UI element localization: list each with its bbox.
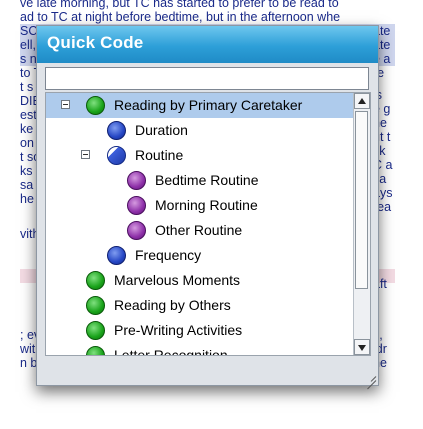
blue-partial-code-icon	[107, 146, 126, 165]
tree-item-other-routine[interactable]: Other Routine	[46, 218, 356, 243]
tree-item-label: Reading by Others	[114, 297, 231, 313]
blue-code-icon	[107, 121, 126, 140]
arrow-up-icon	[358, 98, 366, 104]
collapse-toggle-icon[interactable]	[81, 150, 90, 159]
vertical-scrollbar[interactable]	[353, 93, 370, 355]
tree-item-label: Frequency	[135, 247, 202, 263]
tree-item-label: Routine	[135, 147, 184, 163]
tree-item-frequency[interactable]: Frequency	[46, 243, 356, 268]
tree-item-marvelous-moments[interactable]: Marvelous Moments	[46, 268, 356, 293]
search-input[interactable]	[45, 67, 369, 90]
tree-item-routine[interactable]: Routine	[46, 143, 356, 168]
green-code-icon	[86, 96, 105, 115]
tree-item-reading-by-others[interactable]: Reading by Others	[46, 293, 356, 318]
quick-code-popup: Quick Code Reading by Primary Caretaker …	[36, 25, 379, 390]
resize-grip-icon[interactable]	[364, 371, 377, 390]
tree-item-pre-writing-activities[interactable]: Pre-Writing Activities	[46, 318, 356, 343]
tree-item-label: Bedtime Routine	[155, 172, 259, 188]
doc-line: ad to TC at night before bedtime, but in…	[20, 10, 341, 24]
tree-item-morning-routine[interactable]: Morning Routine	[46, 193, 356, 218]
green-code-icon	[86, 271, 105, 290]
tree-item-label: Morning Routine	[155, 197, 258, 213]
tree-item-label: Other Routine	[155, 222, 243, 238]
tree-item-label: Marvelous Moments	[114, 272, 241, 288]
green-code-icon	[86, 296, 105, 315]
purple-code-icon	[127, 221, 146, 240]
tree-item-letter-recognition[interactable]: Letter Recognition	[46, 343, 356, 356]
code-tree: Reading by Primary Caretaker Duration Ro…	[45, 92, 371, 356]
scroll-down-button[interactable]	[354, 339, 370, 355]
scroll-up-button[interactable]	[354, 93, 370, 109]
title-bar[interactable]: Quick Code	[37, 26, 378, 63]
collapse-toggle-icon[interactable]	[61, 100, 70, 109]
tree-item-label: Letter Recognition	[114, 347, 228, 356]
doc-line: ve late morning, but TC has started to p…	[20, 0, 339, 10]
purple-code-icon	[127, 196, 146, 215]
blue-code-icon	[107, 246, 126, 265]
popup-title: Quick Code	[47, 33, 144, 52]
green-code-icon	[86, 346, 105, 355]
scroll-thumb[interactable]	[355, 111, 368, 289]
green-code-icon	[86, 321, 105, 340]
tree-item-label: Pre-Writing Activities	[114, 322, 243, 338]
tree-item-label: Duration	[135, 122, 188, 138]
arrow-down-icon	[358, 345, 366, 351]
purple-code-icon	[127, 171, 146, 190]
tree-item-bedtime-routine[interactable]: Bedtime Routine	[46, 168, 356, 193]
tree-item-label: Reading by Primary Caretaker	[114, 97, 303, 113]
tree-item-reading-by-primary-caretaker[interactable]: Reading by Primary Caretaker	[46, 93, 356, 118]
tree-item-duration[interactable]: Duration	[46, 118, 356, 143]
